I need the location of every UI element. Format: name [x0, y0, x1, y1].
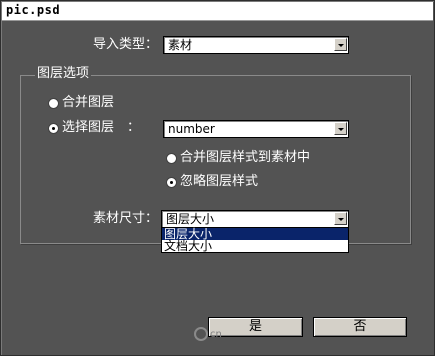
ok-button[interactable]: 是	[208, 317, 303, 337]
cancel-button[interactable]: 否	[313, 317, 407, 337]
ignore-styles-label: 忽略图层样式	[180, 174, 259, 189]
select-layer-radio[interactable]	[48, 123, 59, 134]
layer-select[interactable]: number	[163, 120, 349, 138]
merge-layers-label: 合并图层	[62, 95, 115, 110]
merge-styles-label: 合并图层样式到素材中	[180, 150, 311, 165]
title-bar[interactable]: pic.psd	[2, 2, 433, 21]
import-type-value: 素材	[168, 38, 193, 52]
watermark: cn	[194, 327, 222, 341]
footage-size-dropdown: 图层大小 文档大小	[161, 227, 349, 253]
chevron-down-icon[interactable]	[334, 212, 347, 225]
import-dialog: pic.psd 导入类型： 素材 图层选项 合并图层 选择图层 ： number…	[0, 0, 435, 356]
window-title: pic.psd	[6, 3, 61, 17]
import-type-label: 导入类型：	[93, 37, 159, 52]
watermark-logo-icon	[194, 327, 208, 341]
select-layer-label: 选择图层 ：	[62, 120, 141, 135]
footage-size-select[interactable]: 图层大小	[161, 210, 349, 228]
chevron-down-icon[interactable]	[334, 38, 347, 51]
watermark-text: cn	[210, 329, 222, 340]
layer-select-value: number	[168, 122, 215, 136]
merge-layers-radio[interactable]	[48, 98, 59, 109]
chevron-down-icon[interactable]	[334, 122, 347, 135]
merge-styles-radio[interactable]	[166, 153, 177, 164]
ignore-styles-radio[interactable]	[166, 177, 177, 188]
layer-options-legend: 图层选项	[35, 66, 92, 82]
import-type-select[interactable]: 素材	[163, 36, 349, 54]
dropdown-option-document-size[interactable]: 文档大小	[162, 240, 348, 252]
footage-size-value: 图层大小	[166, 212, 215, 226]
footage-size-label: 素材尺寸：	[93, 211, 159, 226]
